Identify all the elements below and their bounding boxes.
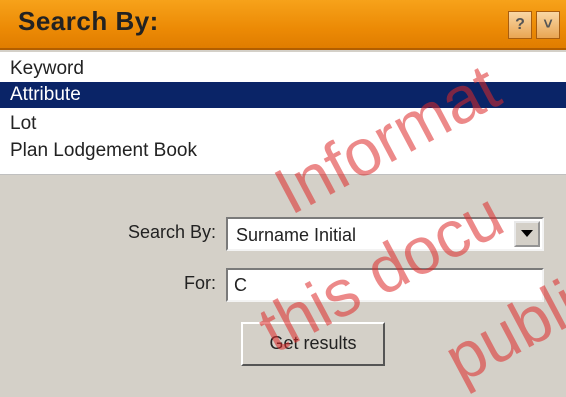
list-item-attribute[interactable]: Attribute — [0, 82, 566, 108]
list-item-keyword[interactable]: Keyword — [0, 56, 566, 82]
chevron-down-icon — [521, 230, 533, 237]
collapse-button[interactable]: ˅ — [536, 11, 560, 39]
chevron-down-icon: ˅ — [543, 16, 553, 33]
help-button[interactable]: ? — [508, 11, 532, 39]
for-input[interactable] — [226, 268, 544, 302]
search-by-value: Surname Initial — [236, 225, 357, 245]
dropdown-button[interactable] — [514, 221, 540, 247]
panel-header: Search By: ? ˅ — [0, 0, 566, 50]
search-by-label: Search By: — [127, 222, 216, 242]
list-item-plan-lodgement-book[interactable]: Plan Lodgement Book — [0, 138, 566, 164]
list-item-lot[interactable]: Lot — [0, 111, 566, 137]
panel-title: Search By: — [18, 6, 159, 36]
search-by-select[interactable]: Surname Initial — [226, 217, 544, 251]
for-label: For: — [183, 273, 216, 293]
get-results-button[interactable]: Get results — [241, 322, 385, 366]
search-type-list[interactable]: Keyword Attribute Lot Plan Lodgement Boo… — [0, 52, 566, 175]
